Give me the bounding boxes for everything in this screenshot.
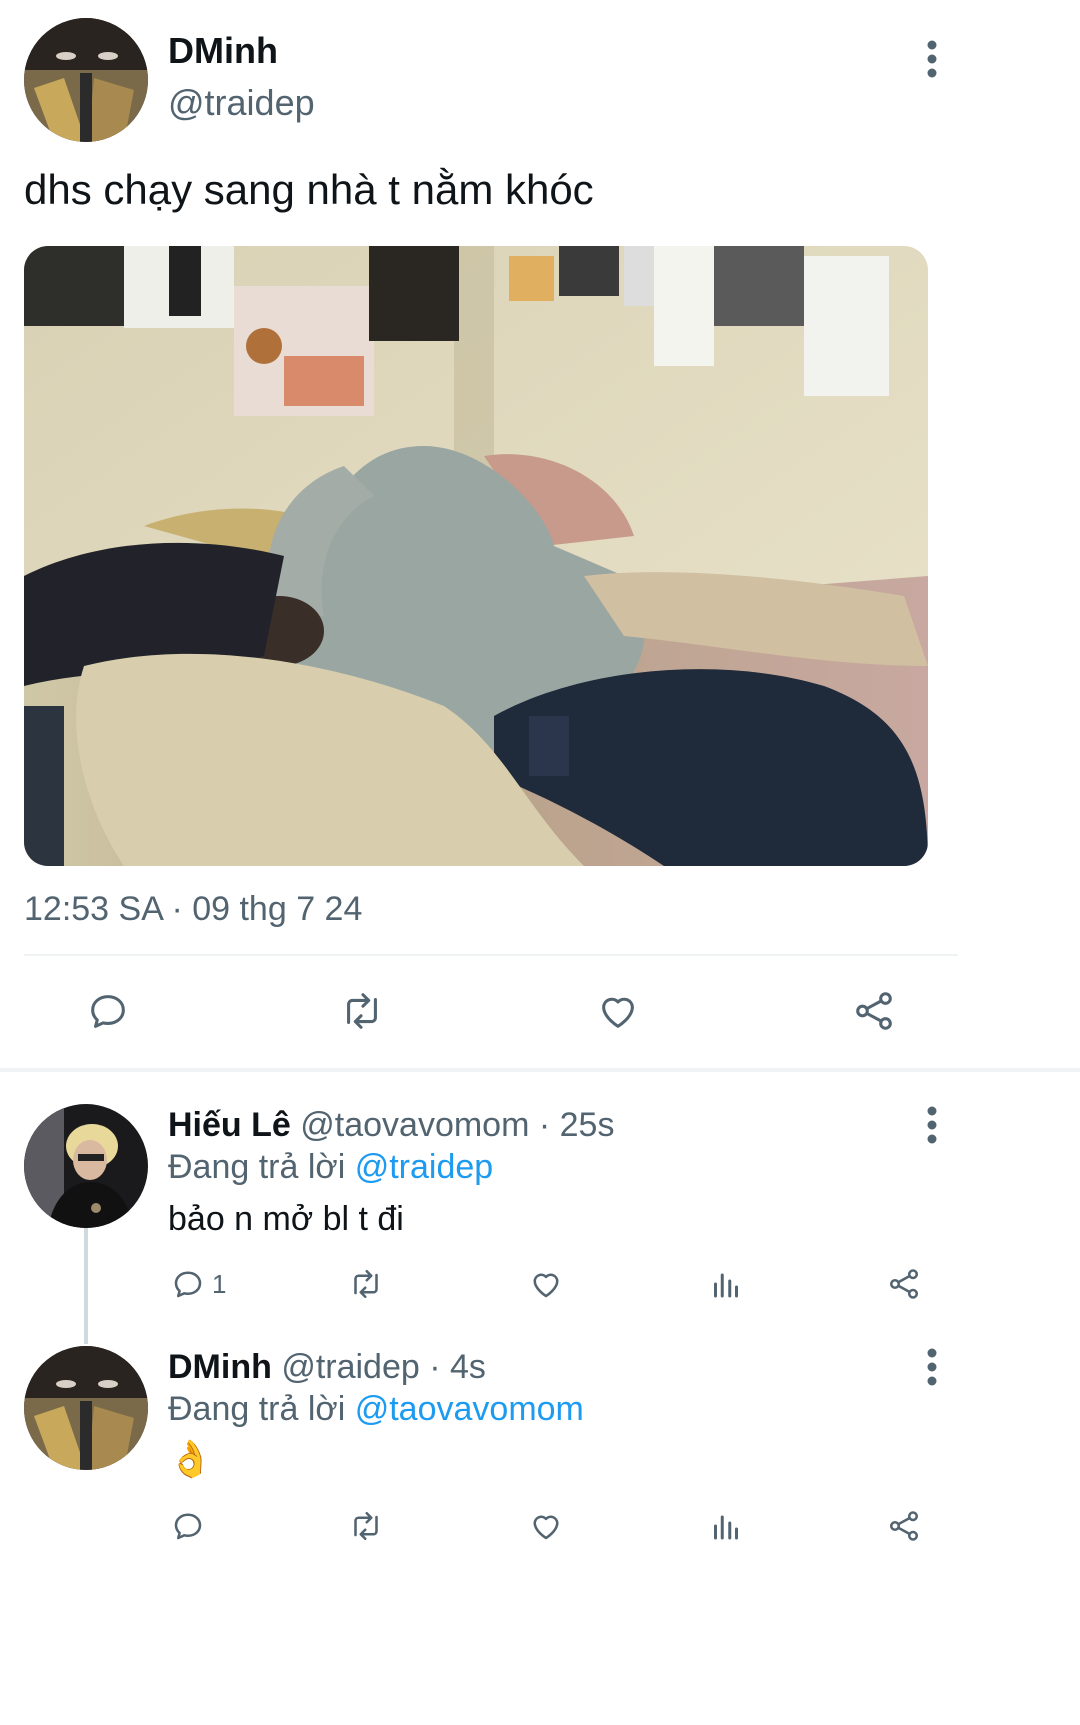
reply-avatar[interactable] (24, 1104, 148, 1228)
share-icon (889, 1511, 919, 1541)
divider (24, 954, 958, 956)
like-button[interactable] (528, 1266, 564, 1302)
reply-header: Hiếu Lê @taovavomom · 25s (168, 1106, 614, 1145)
reply-author-name[interactable]: Hiếu Lê (168, 1106, 291, 1144)
share-button[interactable] (850, 988, 898, 1034)
reply-meta: @traidep · 4s (281, 1348, 486, 1386)
replying-to-prefix: Đang trả lời (168, 1148, 346, 1186)
like-button[interactable] (594, 988, 642, 1034)
reply-meta: @taovavomom · 25s (300, 1106, 615, 1144)
reply-icon (174, 1271, 202, 1298)
reply-avatar[interactable] (24, 1346, 148, 1470)
reply-button[interactable] (170, 1508, 212, 1544)
reply-button[interactable]: 1 (170, 1266, 226, 1302)
retweet-button[interactable] (346, 1508, 386, 1544)
retweet-icon (354, 1511, 378, 1541)
tweet-photo[interactable] (24, 246, 928, 866)
reply-icon (174, 1513, 202, 1540)
analytics-icon (714, 1273, 738, 1298)
replying-to-link[interactable]: @taovavomom (355, 1390, 584, 1428)
analytics-icon (714, 1515, 738, 1540)
analytics-button[interactable] (708, 1508, 744, 1544)
share-icon (856, 992, 892, 1030)
like-icon (533, 1273, 559, 1298)
reply-count: 1 (212, 1268, 227, 1299)
like-button[interactable] (528, 1508, 564, 1544)
reply-header: DMinh @traidep · 4s (168, 1348, 486, 1387)
thread-line (84, 1228, 88, 1344)
reply-icon (91, 995, 125, 1028)
share-button[interactable] (886, 1266, 922, 1302)
reply-button[interactable] (84, 988, 132, 1034)
tweet-text: dhs chạy sang nhà t nằm khóc (24, 166, 594, 213)
reply-more-options-icon[interactable] (912, 1090, 952, 1160)
author-handle[interactable]: @traidep (168, 82, 315, 124)
author-name[interactable]: DMinh (168, 30, 278, 72)
reply-text: bảo n mở bl t đi (168, 1200, 404, 1238)
reply-author-name[interactable]: DMinh (168, 1348, 272, 1386)
replying-to-link[interactable]: @traidep (355, 1148, 493, 1186)
section-divider (0, 1068, 1080, 1072)
share-icon (889, 1269, 919, 1299)
retweet-button[interactable] (336, 988, 388, 1034)
reply-text: 👌 (168, 1438, 213, 1479)
author-avatar[interactable] (24, 18, 148, 142)
retweet-icon (354, 1269, 378, 1299)
replying-to: Đang trả lời @taovavomom (168, 1390, 584, 1429)
tweet-timestamp: 12:53 SA · 09 thg 7 24 (24, 890, 363, 928)
like-icon (533, 1515, 559, 1540)
retweet-icon (347, 993, 377, 1029)
replying-to: Đang trả lời @traidep (168, 1148, 493, 1187)
retweet-button[interactable] (346, 1266, 386, 1302)
reply-more-options-icon[interactable] (912, 1332, 952, 1402)
like-icon (602, 997, 634, 1028)
share-button[interactable] (886, 1508, 922, 1544)
more-options-icon[interactable] (912, 24, 952, 94)
replying-to-prefix: Đang trả lời (168, 1390, 346, 1428)
analytics-button[interactable] (708, 1266, 744, 1302)
